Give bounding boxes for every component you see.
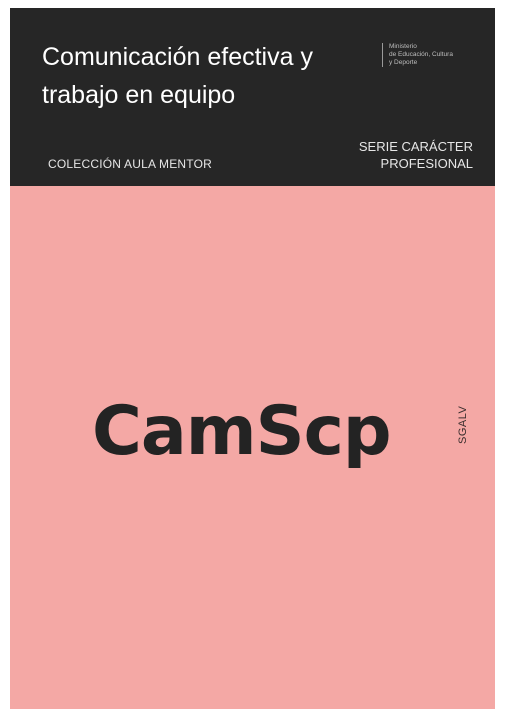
- ministry-logo-text: Ministerio de Educación, Cultura y Depor…: [382, 43, 453, 67]
- page: Comunicación efectiva y trabajo en equip…: [0, 0, 505, 715]
- vertical-code-label: SGALV: [457, 405, 469, 444]
- book-title: Comunicación efectiva y trabajo en equip…: [42, 43, 313, 109]
- camscanner-watermark: CamScp: [92, 392, 392, 471]
- series-name: SERIE CARÁCTER PROFESIONAL: [358, 139, 473, 171]
- cover-header: Comunicación efectiva y trabajo en equip…: [10, 8, 495, 186]
- collection-name: COLECCIÓN AULA MENTOR: [48, 157, 213, 171]
- book-cover: Comunicación efectiva y trabajo en equip…: [10, 8, 495, 709]
